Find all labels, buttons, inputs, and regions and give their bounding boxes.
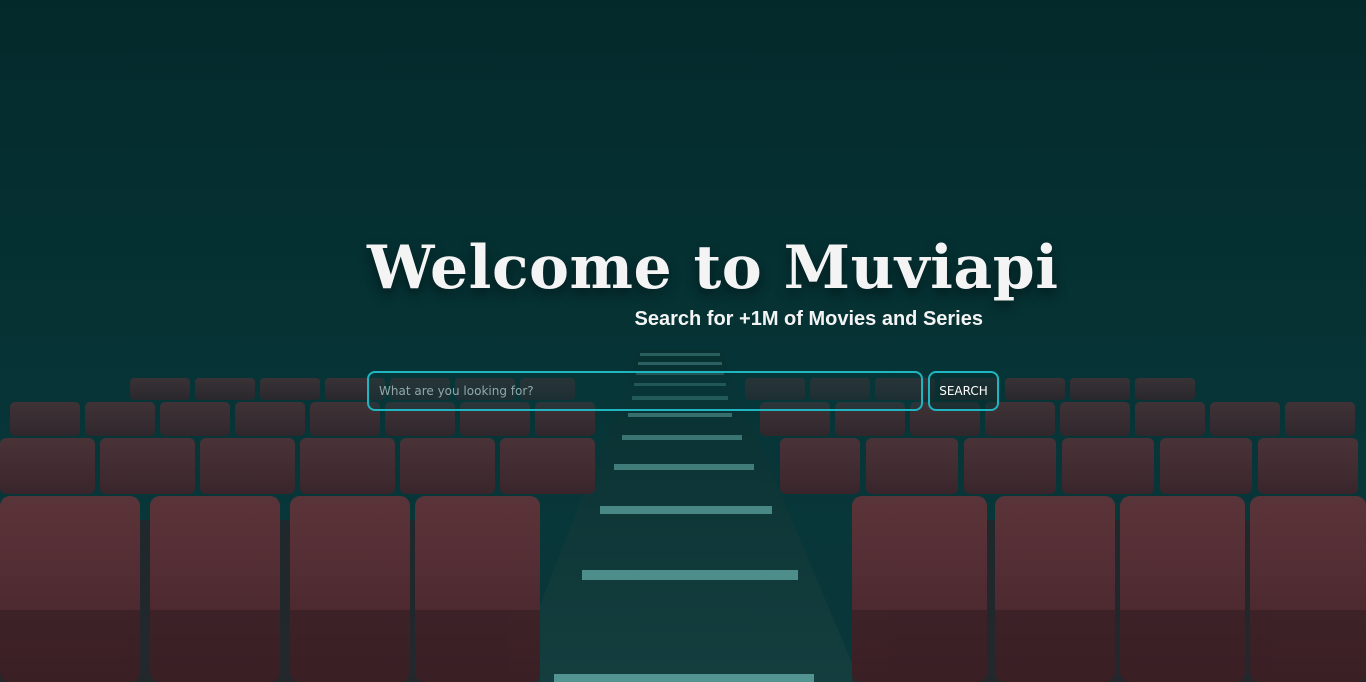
page-title: Welcome to Muviapi xyxy=(367,233,1059,303)
page-subtitle: Search for +1M of Movies and Series xyxy=(634,308,983,330)
search-button[interactable]: SEARCH xyxy=(928,371,999,411)
hero-section: Welcome to Muviapi Search for +1M of Mov… xyxy=(0,0,1366,682)
search-form: SEARCH xyxy=(367,371,999,411)
hero-content: Welcome to Muviapi Search for +1M of Mov… xyxy=(0,0,1366,682)
search-input[interactable] xyxy=(367,371,923,411)
